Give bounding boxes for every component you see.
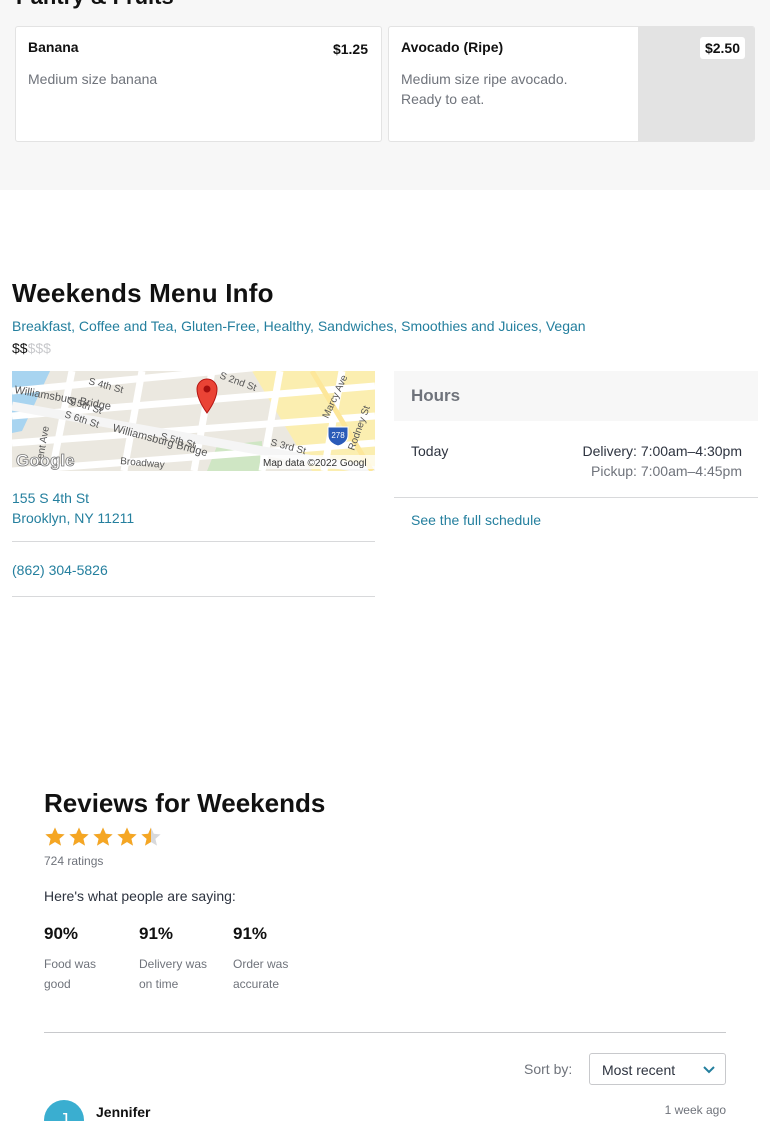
stat-accuracy: 91% Order was accurate [233,924,313,994]
divider [44,1032,726,1033]
avatar: J [44,1100,84,1121]
sort-label: Sort by: [524,1061,573,1077]
menu-item-price: $2.50 [699,37,745,59]
ratings-count: 724 ratings [44,854,104,868]
star-icon [69,827,89,846]
stat-food: 90% Food was good [44,924,124,994]
star-icon [117,827,137,846]
hours-today-label: Today [411,443,449,459]
reviews-summary-heading: Here's what people are saying: [44,888,236,904]
stat-delivery: 91% Delivery was on time [139,924,219,994]
sort-dropdown[interactable]: Most recent [589,1053,726,1085]
star-rating [44,826,162,848]
stat-percent: 90% [44,924,79,943]
star-icon [93,827,113,846]
map-attribution: Map data ©2022 Googl [263,458,367,469]
highway-number: 278 [331,431,345,440]
reviewer-name: Jennifer [96,1104,151,1120]
menu-item-name: Avocado (Ripe) [401,39,504,55]
reviews-title: Reviews for Weekends [44,788,326,818]
chevron-down-icon [703,1066,715,1074]
stat-label: Delivery was on time [139,957,208,991]
google-logo: Google [16,451,75,470]
star-icon [141,827,161,846]
review-time: 1 week ago [664,1103,726,1117]
pickup-hours: Pickup: 7:00am–4:45pm [591,463,742,479]
menu-item-card-banana[interactable]: Banana $1.25 Medium size banana [15,26,382,142]
address-line-1[interactable]: 155 S 4th St [12,488,134,508]
star-icon [45,827,65,846]
divider [12,596,375,597]
stat-label: Order was accurate [233,957,289,991]
cuisine-tags[interactable]: Breakfast, Coffee and Tea, Gluten-Free, … [12,318,586,334]
divider [12,541,375,542]
address-line-2[interactable]: Brooklyn, NY 11211 [12,508,134,528]
menu-item-description: Medium size banana [28,71,158,87]
price-tier-active: $$ [12,340,28,356]
stat-label: Food was good [44,957,97,991]
menu-section-heading: Pantry & Fruits [16,0,174,8]
sort-value: Most recent [602,1062,676,1078]
menu-item-card-avocado[interactable]: Avocado (Ripe) Medium size ripe avocado.… [388,26,755,142]
menu-section: Pantry & Fruits Banana $1.25 Medium size… [0,0,770,190]
location-map[interactable]: S 4th St S 2nd St Williamsburg Bridge S … [12,371,375,471]
info-title: Weekends Menu Info [12,278,274,308]
full-schedule-link[interactable]: See the full schedule [411,512,541,528]
menu-item-price: $1.25 [332,41,368,57]
stat-percent: 91% [233,924,268,943]
delivery-hours: Delivery: 7:00am–4:30pm [582,443,742,459]
menu-item-name: Banana [28,39,79,55]
menu-item-image: $2.50 [638,27,754,141]
hours-header: Hours [394,371,758,421]
hours-title: Hours [411,386,461,405]
menu-item-description: Medium size ripe avocado. Ready to eat. [401,71,568,107]
phone-link[interactable]: (862) 304-5826 [12,562,108,578]
stat-percent: 91% [139,924,174,943]
price-tier-inactive: $$$ [27,340,51,356]
price-tier: $$$$$ [12,340,51,356]
divider [394,497,758,498]
restaurant-address[interactable]: 155 S 4th St Brooklyn, NY 11211 [12,488,134,528]
